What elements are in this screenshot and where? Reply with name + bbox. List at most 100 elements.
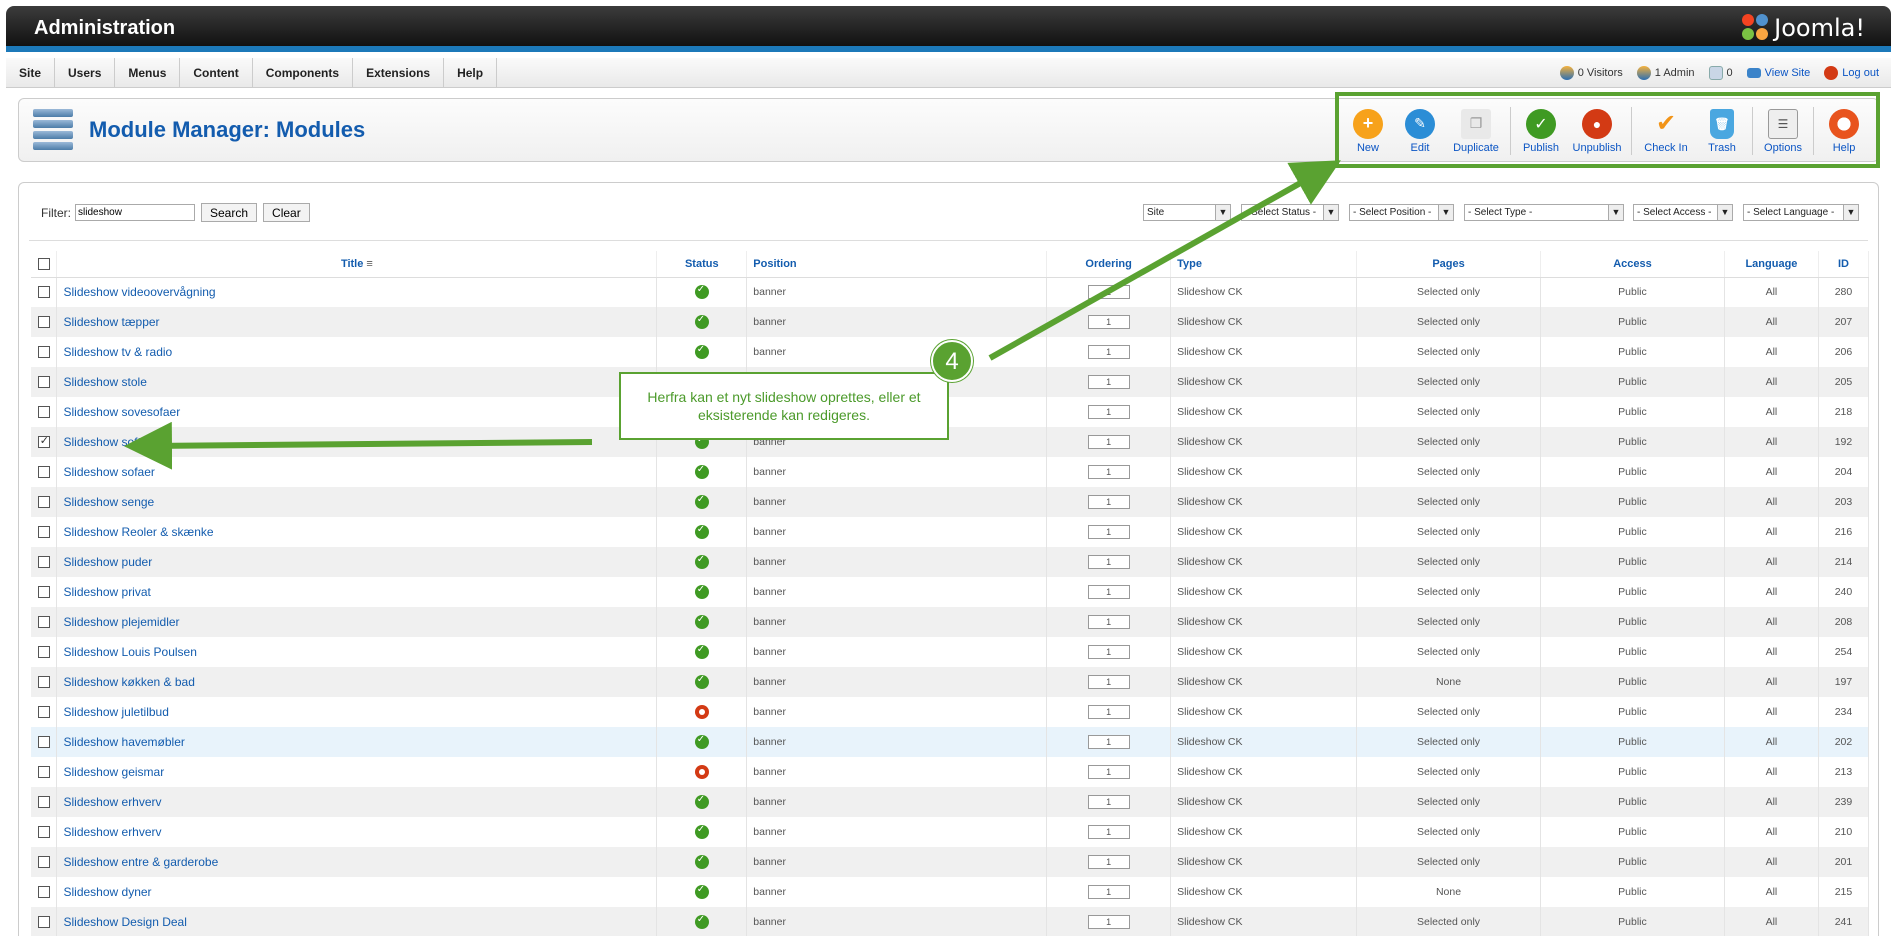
row-checkbox[interactable] [37, 886, 50, 899]
options-button[interactable]: ☰ Options [1758, 103, 1808, 159]
table-row[interactable]: Slideshow geismar banner 1 Slideshow CK Sele… [31, 757, 1870, 787]
select-all-checkbox[interactable] [37, 257, 50, 270]
trash-button[interactable]: 🗑 Trash [1697, 103, 1747, 159]
edit-button[interactable]: ✎ Edit [1395, 103, 1445, 159]
row-checkbox[interactable] [37, 586, 50, 599]
ordering-input[interactable]: 1 [1087, 615, 1130, 629]
row-checkbox[interactable] [37, 706, 50, 719]
published-icon[interactable] [694, 614, 709, 629]
ordering-input[interactable]: 1 [1087, 885, 1130, 899]
table-row[interactable]: Slideshow erhverv banner 1 Slideshow CKSele… [31, 787, 1870, 817]
published-icon[interactable] [694, 674, 709, 689]
new-button[interactable]: + New [1343, 103, 1393, 159]
table-row[interactable]: Slideshow erhverv banner 1 Slideshow CKSele… [31, 817, 1870, 847]
module-title-link[interactable]: Slideshow stole [63, 375, 146, 389]
table-row[interactable]: Slideshow havemøbler banner 1 Slideshow CKS… [31, 727, 1870, 757]
menu-content[interactable]: Content [180, 57, 253, 88]
menu-menus[interactable]: Menus [115, 57, 181, 88]
table-row[interactable]: Slideshow soft lentbanner1Slideshow CKSe… [31, 427, 1870, 457]
ordering-input[interactable]: 1 [1087, 525, 1130, 539]
table-row[interactable]: Slideshow køkken & bad banner 1 Slideshow C… [31, 667, 1870, 697]
col-title[interactable]: Title ≡ [56, 251, 658, 278]
module-title-link[interactable]: Slideshow køkken & bad [63, 675, 194, 689]
ordering-input[interactable]: 1 [1087, 345, 1130, 359]
module-title-link[interactable]: Slideshow Reoler & skænke [63, 525, 213, 539]
module-title-link[interactable]: Slideshow privat [63, 585, 150, 599]
table-row[interactable]: Slideshow tæpper banner 1 Slideshow CKSelec… [31, 307, 1870, 337]
module-title-link[interactable]: Slideshow sofaer [63, 465, 154, 479]
unpublished-icon[interactable] [694, 705, 709, 719]
row-checkbox[interactable] [37, 766, 50, 779]
unpublish-button[interactable]: ● Unpublish [1568, 103, 1626, 159]
search-button[interactable]: Search [201, 203, 258, 222]
row-checkbox[interactable] [37, 376, 50, 389]
ordering-input[interactable]: 1 [1087, 855, 1130, 869]
table-row[interactable]: Slideshow juletilbud banner 1 Slideshow CK S… [31, 697, 1870, 727]
row-checkbox[interactable] [37, 316, 50, 329]
messages-status[interactable]: 0 [1708, 66, 1733, 80]
row-checkbox[interactable] [37, 616, 50, 629]
col-language[interactable]: Language [1724, 251, 1819, 278]
row-checkbox[interactable] [37, 406, 50, 419]
module-title-link[interactable]: Slideshow soft lent [63, 435, 163, 449]
published-icon[interactable] [694, 824, 709, 839]
module-title-link[interactable]: Slideshow erhverv [63, 795, 161, 809]
row-checkbox[interactable] [37, 346, 50, 359]
position-select[interactable]: - Select Position - ▼ [1349, 204, 1454, 221]
ordering-input[interactable]: 1 [1087, 825, 1130, 839]
module-title-link[interactable]: Slideshow havemøbler [63, 735, 184, 749]
view-site-link[interactable]: View Site [1746, 67, 1810, 79]
ordering-input[interactable]: 1 [1087, 315, 1130, 329]
ordering-input[interactable]: 1 [1087, 735, 1130, 749]
row-checkbox[interactable] [37, 916, 50, 929]
language-select[interactable]: - Select Language - ▼ [1743, 204, 1859, 221]
table-row[interactable]: Slideshow sovesofaerbanner1Slideshow CKS… [31, 397, 1870, 427]
table-row[interactable]: Slideshow privat banner 1 Slideshow CKSelec… [31, 577, 1870, 607]
published-icon[interactable] [694, 914, 709, 929]
module-title-link[interactable]: Slideshow dyner [63, 885, 151, 899]
table-row[interactable]: Slideshow puder banner 1 Slideshow CKSelect… [31, 547, 1870, 577]
row-checkbox[interactable] [37, 676, 50, 689]
menu-extensions[interactable]: Extensions [353, 57, 445, 88]
ordering-input[interactable]: 1 [1087, 285, 1130, 300]
row-checkbox[interactable] [37, 856, 50, 869]
row-checkbox[interactable] [37, 646, 50, 659]
module-title-link[interactable]: Slideshow Design Deal [63, 915, 186, 929]
module-title-link[interactable]: Slideshow erhverv [63, 825, 161, 839]
table-row[interactable]: Slideshow plejemidler banner 1 Slideshow CK… [31, 607, 1870, 637]
published-icon[interactable] [694, 584, 709, 599]
ordering-input[interactable]: 1 [1087, 375, 1130, 389]
published-icon[interactable] [694, 734, 709, 749]
row-checkbox[interactable] [37, 826, 50, 839]
table-row[interactable]: Slideshow sofaer banner 1 Slideshow CKSelec… [31, 457, 1870, 487]
published-icon[interactable] [694, 344, 709, 359]
col-status[interactable]: Status [656, 251, 748, 278]
table-row[interactable]: Slideshow senge banner 1 Slideshow CKSelect… [31, 487, 1870, 517]
row-checkbox[interactable] [37, 796, 50, 809]
logout-link[interactable]: Log out [1824, 66, 1879, 80]
published-icon[interactable] [694, 644, 709, 659]
publish-button[interactable]: ✓ Publish [1516, 103, 1566, 159]
ordering-input[interactable]: 1 [1087, 585, 1130, 599]
access-select[interactable]: - Select Access - ▼ [1633, 204, 1733, 221]
published-icon[interactable] [694, 284, 709, 300]
col-ordering[interactable]: Ordering [1046, 251, 1172, 278]
ordering-input[interactable]: 1 [1087, 675, 1130, 689]
published-icon[interactable] [694, 854, 709, 869]
ordering-input[interactable]: 1 [1087, 765, 1130, 779]
row-checkbox[interactable] [37, 434, 50, 449]
module-title-link[interactable]: Slideshow plejemidler [63, 615, 179, 629]
status-select[interactable]: - Select Status - ▼ [1241, 204, 1339, 221]
ordering-input[interactable]: 1 [1087, 645, 1130, 659]
ordering-input[interactable]: 1 [1087, 465, 1130, 479]
menu-components[interactable]: Components [253, 57, 354, 88]
col-type[interactable]: Type [1170, 251, 1358, 278]
published-icon[interactable] [694, 464, 709, 479]
menu-help[interactable]: Help [444, 57, 498, 88]
module-title-link[interactable]: Slideshow puder [63, 555, 152, 569]
module-title-link[interactable]: Slideshow sovesofaer [63, 405, 180, 419]
ordering-input[interactable]: 1 [1087, 915, 1130, 929]
module-title-link[interactable]: Slideshow juletilbud [63, 705, 168, 719]
module-title-link[interactable]: Slideshow senge [63, 495, 154, 509]
published-icon[interactable] [694, 884, 709, 899]
